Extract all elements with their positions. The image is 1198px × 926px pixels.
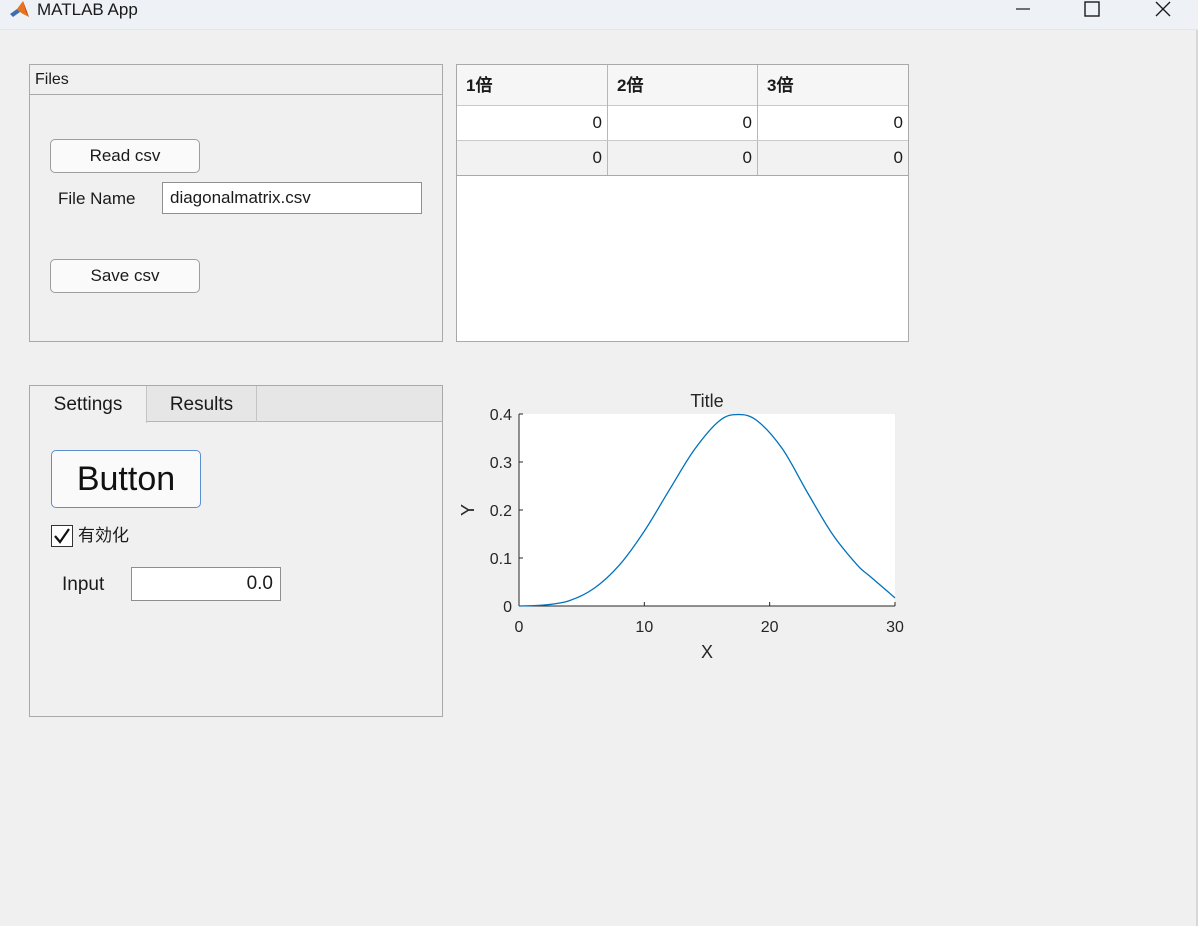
- y-tick-label: 0.4: [490, 407, 512, 424]
- main-button[interactable]: Button: [51, 450, 201, 508]
- tab-group: Settings Results Button 有効化 Input: [29, 385, 443, 717]
- enable-checkbox-label: 有効化: [78, 526, 129, 545]
- x-axis-label: X: [701, 642, 713, 662]
- chart-title: Title: [690, 391, 723, 411]
- column-header[interactable]: 1倍: [457, 65, 608, 106]
- file-name-input[interactable]: [162, 182, 422, 214]
- tab-strip: Settings Results: [30, 386, 442, 423]
- file-name-label: File Name: [58, 189, 136, 208]
- table-cell[interactable]: 0: [457, 141, 608, 175]
- window-titlebar: MATLAB App: [0, 0, 1198, 30]
- numeric-input[interactable]: [131, 567, 281, 601]
- table-header: 1倍 2倍 3倍: [457, 65, 908, 106]
- maximize-icon[interactable]: [1069, 0, 1115, 20]
- table-cell[interactable]: 0: [457, 106, 608, 140]
- y-tick-label: 0: [503, 599, 512, 616]
- column-header[interactable]: 2倍: [608, 65, 758, 106]
- y-tick-label: 0.3: [490, 455, 512, 472]
- x-tick-label: 30: [886, 619, 904, 636]
- matlab-logo-icon: [10, 1, 29, 17]
- minimize-icon[interactable]: [1000, 0, 1046, 20]
- x-tick-label: 20: [761, 619, 779, 636]
- enable-checkbox[interactable]: [51, 525, 73, 547]
- y-axis-label: Y: [458, 504, 478, 516]
- files-panel: Files Read csv File Name Save csv: [29, 64, 443, 342]
- data-table[interactable]: 1倍 2倍 3倍 0 0 0 0 0 0: [456, 64, 909, 342]
- line-chart: 0 10 20 30 0 0.1 0.2 0.3 0.4 Title X Y: [458, 391, 904, 662]
- read-csv-button[interactable]: Read csv: [50, 139, 200, 173]
- table-row: 0 0 0: [457, 106, 908, 141]
- plot-area: [519, 414, 895, 606]
- column-header[interactable]: 3倍: [758, 65, 908, 106]
- input-label: Input: [62, 574, 105, 595]
- table-cell[interactable]: 0: [608, 106, 758, 140]
- table-row: 0 0 0: [457, 141, 908, 176]
- table-cell[interactable]: 0: [608, 141, 758, 175]
- close-icon[interactable]: [1140, 0, 1186, 20]
- tab-results[interactable]: Results: [147, 386, 257, 422]
- checkmark-icon: [54, 528, 70, 544]
- window-title: MATLAB App: [37, 0, 138, 19]
- save-csv-button[interactable]: Save csv: [50, 259, 200, 293]
- table-cell[interactable]: 0: [758, 141, 908, 175]
- y-tick-label: 0.2: [490, 503, 512, 520]
- y-tick-label: 0.1: [490, 551, 512, 568]
- x-tick-label: 10: [635, 619, 653, 636]
- tab-settings[interactable]: Settings: [30, 386, 147, 423]
- files-panel-title: Files: [30, 65, 442, 95]
- table-cell[interactable]: 0: [758, 106, 908, 140]
- x-tick-label: 0: [515, 619, 524, 636]
